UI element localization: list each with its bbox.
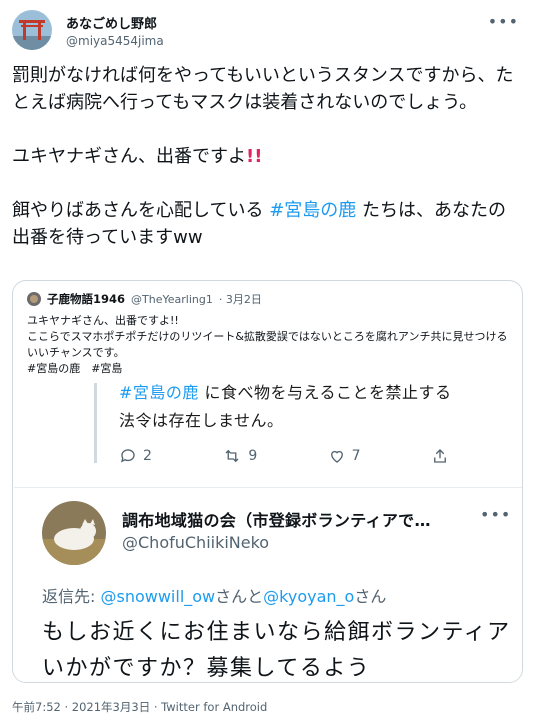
quoted-tweet-date: · 3月2日 xyxy=(218,293,262,306)
reply-to-mention-1: @snowwill_ow xyxy=(100,587,216,606)
reply-to-suffix: さん xyxy=(354,587,387,606)
attached-screenshot-image[interactable]: #宮島の鹿 に食べ物を与えることを禁止する 法令は存在しません。 2 9 7 調… xyxy=(14,383,522,682)
quoted-tweet-header: 子鹿物語1946 @TheYearling1 · 3月2日 xyxy=(27,291,262,307)
quoted-author-name: 子鹿物語1946 xyxy=(47,292,126,306)
tweet-paragraph-3: 餌やりばあさんを心配している #宮島の鹿 たちは、あなたの出番を待っていますww xyxy=(12,197,523,251)
tweet-timestamp[interactable]: 午前7:52 · 2021年3月3日 · Twitter for Android xyxy=(12,699,267,715)
like-count: 7 xyxy=(351,448,361,464)
quoted-tweet[interactable]: 子鹿物語1946 @TheYearling1 · 3月2日 ユキヤナギさん、出番… xyxy=(12,280,523,683)
tweet-header: あなごめし野郎 @miya5454jima ••• xyxy=(12,8,523,52)
hashtag-link[interactable]: #宮島の鹿 xyxy=(269,200,356,221)
cropped-hashtag: #宮島の鹿 xyxy=(119,383,199,402)
reply-to-mid: さんと xyxy=(215,587,264,606)
reply-author-avatar xyxy=(42,501,106,565)
screenshot-share-action xyxy=(431,447,449,465)
screenshot-reply-action: 2 xyxy=(119,447,152,465)
screenshot-like-action: 7 xyxy=(328,447,361,465)
reply-icon xyxy=(120,449,135,463)
tweet-paragraph-2: ユキヤナギさん、出番ですよ!! xyxy=(12,143,523,170)
reply-to-prefix: 返信先: xyxy=(42,587,101,606)
reply-body-text: もしお近くにお住まいなら給餌ボランティアいかがですか？募集してるよう xyxy=(42,620,511,681)
double-exclamation-icon: !! xyxy=(246,146,263,167)
reply-more-icon: ••• xyxy=(480,505,512,524)
quoted-line-3: #宮島の鹿 #宮島 xyxy=(27,362,123,375)
author-avatar[interactable] xyxy=(12,10,52,50)
thread-connector-line xyxy=(94,383,97,463)
quoted-tweet-text: ユキヤナギさん、出番ですよ!! ここらでスマホポチポチだけのリツイート&拡散愛誤… xyxy=(27,313,517,377)
author-handle[interactable]: @miya5454jima xyxy=(66,34,164,48)
reply-to-mention-2: @kyoyan_o xyxy=(263,587,355,606)
reply-count: 2 xyxy=(143,448,152,464)
retweet-icon xyxy=(225,449,239,463)
more-options-icon[interactable]: ••• xyxy=(488,12,519,31)
screenshot-divider xyxy=(14,487,522,488)
reply-author-handle: @ChofuChiikiNeko xyxy=(122,533,270,552)
tweet-paragraph-2-text: ユキヤナギさん、出番ですよ xyxy=(12,146,246,167)
author-display-name[interactable]: あなごめし野郎 xyxy=(66,13,164,32)
heart-icon xyxy=(330,450,343,463)
quoted-author-handle: @TheYearling1 xyxy=(131,292,213,306)
quoted-author-avatar xyxy=(27,292,41,306)
reply-author-name: 調布地域猫の会（市登録ボランティアで… xyxy=(122,511,431,530)
share-icon xyxy=(434,449,446,463)
cropped-text-rest: に食べ物を与えることを禁止する xyxy=(198,383,452,402)
screenshot-retweet-action: 9 xyxy=(222,447,257,465)
tweet-paragraph-1: 罰則がなければ何をやってもいいというスタンスですから、たとえば病院へ行ってもマス… xyxy=(12,65,514,113)
tweet-text: 罰則がなければ何をやってもいいというスタンスですから、たとえば病院へ行ってもマス… xyxy=(12,62,523,251)
retweet-count: 9 xyxy=(248,448,258,464)
tweet-paragraph-3-before: 餌やりばあさんを心配している xyxy=(12,200,270,221)
screenshot-law-line: 法令は存在しません。 xyxy=(119,411,284,430)
screenshot-action-bar: 2 9 7 xyxy=(119,447,449,465)
replying-to-line: 返信先: @snowwill_owさんと@kyoyan_oさん xyxy=(42,583,386,607)
cropped-text-line: #宮島の鹿 に食べ物を与えることを禁止する xyxy=(119,383,452,403)
quoted-line-2: ここらでスマホポチポチだけのリツイート&拡散愛誤ではないところを腐れアンチ共に見… xyxy=(27,330,508,359)
quoted-line-1: ユキヤナギさん、出番ですよ!! xyxy=(27,314,179,327)
